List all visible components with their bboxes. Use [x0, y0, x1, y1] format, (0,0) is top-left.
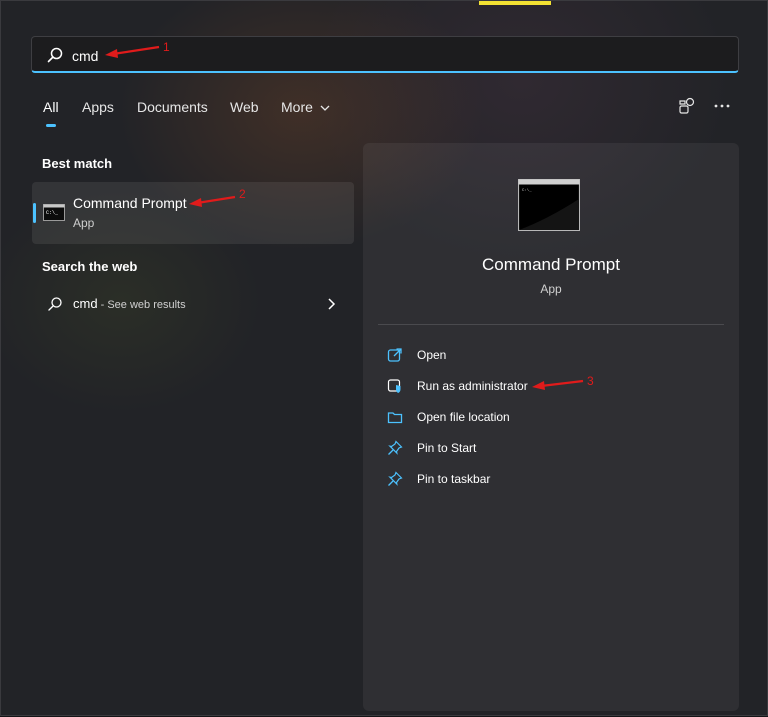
detail-title: Command Prompt — [482, 255, 620, 274]
action-open[interactable]: Open — [387, 344, 707, 368]
tab-more-label: More — [281, 99, 313, 115]
search-icon — [48, 297, 62, 311]
selection-indicator — [33, 203, 36, 223]
action-open-file-location[interactable]: Open file location — [387, 406, 707, 430]
action-run-as-administrator[interactable]: Run as administrator — [387, 375, 707, 399]
tab-web[interactable]: Web — [230, 99, 259, 115]
detail-pane: C:\_ Command Prompt App Open Run as admi… — [363, 143, 739, 711]
command-prompt-large-icon: C:\_ — [518, 179, 580, 231]
tab-more[interactable]: More — [281, 99, 330, 115]
folder-icon — [387, 412, 403, 424]
search-box[interactable] — [31, 36, 739, 73]
annotation-number-2: 2 — [239, 187, 246, 201]
action-pin-to-taskbar[interactable]: Pin to taskbar — [387, 468, 707, 492]
action-pin-to-taskbar-label: Pin to taskbar — [417, 472, 491, 486]
svg-text:C:\_: C:\_ — [522, 188, 532, 193]
shield-icon — [387, 379, 401, 393]
tab-documents[interactable]: Documents — [137, 99, 208, 115]
pin-icon — [388, 471, 403, 486]
chevron-right-icon[interactable] — [325, 297, 337, 311]
action-pin-to-start-label: Pin to Start — [417, 441, 477, 455]
tab-all[interactable]: All — [43, 99, 59, 127]
best-match-item[interactable]: C:\_ Command Prompt App — [32, 182, 354, 244]
action-open-label: Open — [417, 348, 447, 362]
best-match-type: App — [73, 216, 95, 230]
action-run-as-administrator-label: Run as administrator — [417, 379, 528, 393]
search-window: All Apps Documents Web More Best match — [0, 0, 768, 716]
web-query: cmd — [73, 296, 98, 311]
web-hint: - See web results — [97, 299, 186, 311]
web-result-item[interactable]: cmd - See web results — [32, 289, 354, 319]
best-match-name: Command Prompt — [73, 195, 187, 211]
svg-text:C:\_: C:\_ — [46, 210, 59, 216]
share-feedback-icon[interactable] — [678, 97, 696, 115]
more-options-icon[interactable] — [713, 100, 731, 112]
tab-apps[interactable]: Apps — [82, 99, 114, 115]
divider — [378, 324, 724, 325]
chevron-down-icon — [320, 105, 330, 111]
action-pin-to-start[interactable]: Pin to Start — [387, 437, 707, 461]
action-open-file-location-label: Open file location — [417, 410, 510, 424]
open-icon — [387, 348, 402, 362]
detail-subtitle: App — [540, 282, 562, 296]
tab-all-label: All — [43, 99, 59, 115]
command-prompt-icon: C:\_ — [43, 204, 65, 221]
best-match-heading: Best match — [42, 156, 113, 171]
tab-documents-label: Documents — [137, 99, 208, 115]
search-input[interactable] — [70, 43, 674, 69]
pin-icon — [388, 440, 403, 455]
taskbar-highlight-strip — [479, 1, 551, 5]
active-tab-indicator — [46, 124, 56, 127]
annotation-number-1: 1 — [163, 40, 170, 54]
search-web-heading: Search the web — [42, 259, 138, 274]
annotation-number-3: 3 — [587, 374, 594, 388]
tab-apps-label: Apps — [82, 99, 114, 115]
search-icon — [47, 47, 63, 63]
tab-web-label: Web — [230, 99, 259, 115]
